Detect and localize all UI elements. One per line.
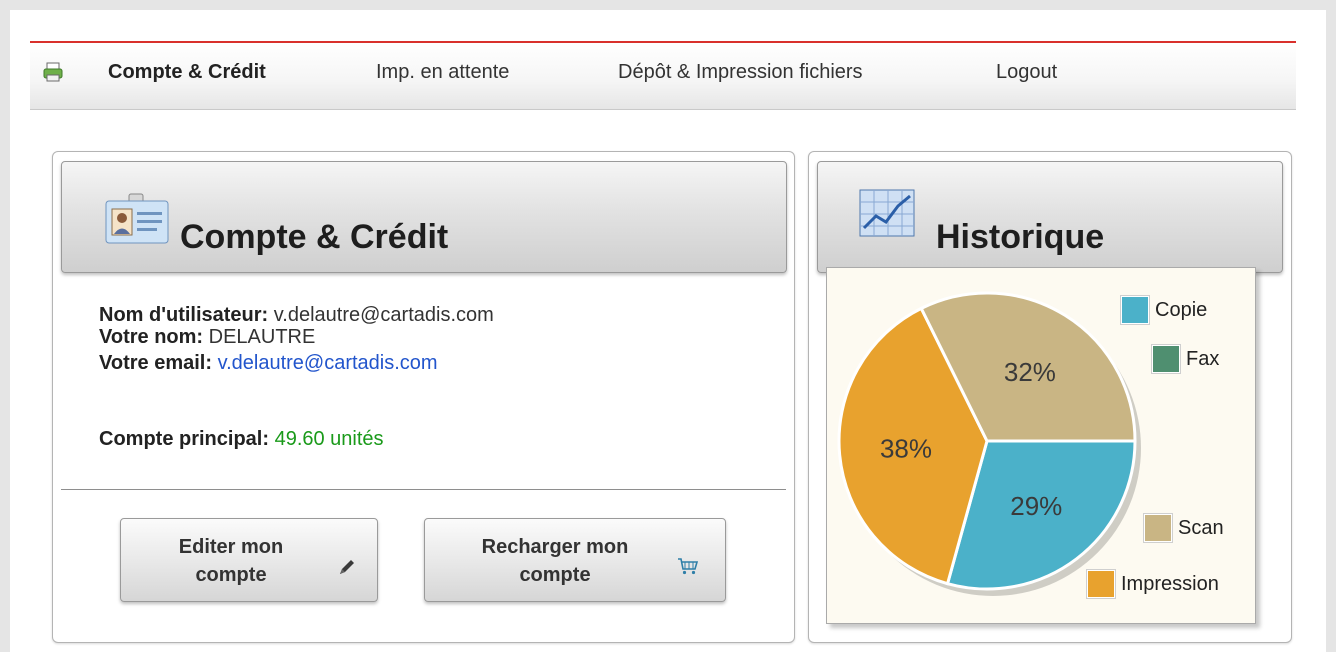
line-chart-icon bbox=[859, 189, 915, 237]
panel-divider bbox=[61, 489, 786, 490]
page: Compte & Crédit Imp. en attente Dépôt & … bbox=[10, 10, 1326, 652]
name-row: Votre nom: DELAUTRE bbox=[99, 326, 315, 349]
legend-label-scan: Scan bbox=[1178, 516, 1224, 539]
nav-compte-credit[interactable]: Compte & Crédit bbox=[108, 61, 266, 84]
recharge-account-label: Recharger mon compte bbox=[481, 536, 629, 586]
history-panel-title: Historique bbox=[936, 218, 1105, 256]
email-row: Votre email: v.delautre@cartadis.com bbox=[99, 352, 438, 375]
legend-item-fax: Fax bbox=[1152, 345, 1220, 373]
legend-label-fax: Fax bbox=[1186, 347, 1220, 370]
pie-label-copie: 29% bbox=[1010, 491, 1062, 521]
pie-label-scan: 32% bbox=[1004, 357, 1056, 387]
nav-depot-impression[interactable]: Dépôt & Impression fichiers bbox=[618, 61, 863, 84]
legend-item-impression: Impression bbox=[1087, 570, 1219, 598]
email-label: Votre email: bbox=[99, 352, 212, 374]
edit-account-button[interactable]: Editer mon compte bbox=[120, 518, 378, 602]
balance-row: Compte principal: 49.60 unités bbox=[99, 428, 384, 451]
balance-label: Compte principal: bbox=[99, 428, 270, 450]
account-panel-header: Compte & Crédit bbox=[61, 161, 787, 273]
legend-item-scan: Scan bbox=[1144, 514, 1224, 542]
username-label: Nom d'utilisateur: bbox=[99, 304, 269, 326]
cart-icon bbox=[678, 558, 699, 575]
history-panel: Historique 29% 38% 32% Copie Fax Scan Impr… bbox=[808, 151, 1292, 643]
legend-item-copie: Copie bbox=[1121, 296, 1208, 324]
pie-label-impression: 38% bbox=[880, 434, 932, 464]
name-label: Votre nom: bbox=[99, 326, 204, 348]
username-value: v.delautre@cartadis.com bbox=[273, 304, 494, 326]
name-value: DELAUTRE bbox=[208, 326, 316, 348]
legend-swatch-copie bbox=[1121, 296, 1149, 324]
account-panel-title: Compte & Crédit bbox=[180, 218, 449, 256]
id-card-icon bbox=[105, 193, 169, 244]
legend-swatch-impression bbox=[1087, 570, 1115, 598]
legend-swatch-scan bbox=[1144, 514, 1172, 542]
balance-value: 49.60 unités bbox=[274, 428, 384, 450]
legend-label-copie: Copie bbox=[1155, 298, 1208, 321]
legend-swatch-fax bbox=[1152, 345, 1180, 373]
edit-account-label: Editer mon compte bbox=[178, 536, 284, 586]
top-nav: Compte & Crédit Imp. en attente Dépôt & … bbox=[30, 41, 1296, 110]
pie-chart: 29% 38% 32% Copie Fax Scan Impression bbox=[826, 267, 1256, 624]
account-panel: Compte & Crédit Nom d'utilisateur: v.del… bbox=[52, 151, 795, 643]
recharge-account-button[interactable]: Recharger mon compte bbox=[424, 518, 726, 602]
legend-label-impression: Impression bbox=[1121, 572, 1219, 595]
history-panel-header: Historique bbox=[817, 161, 1283, 273]
nav-imp-en-attente[interactable]: Imp. en attente bbox=[376, 61, 509, 84]
pencil-icon bbox=[340, 560, 354, 574]
email-link[interactable]: v.delautre@cartadis.com bbox=[218, 352, 438, 374]
username-row: Nom d'utilisateur: v.delautre@cartadis.c… bbox=[99, 304, 494, 327]
printer-icon bbox=[43, 62, 63, 82]
nav-logout[interactable]: Logout bbox=[996, 61, 1057, 84]
